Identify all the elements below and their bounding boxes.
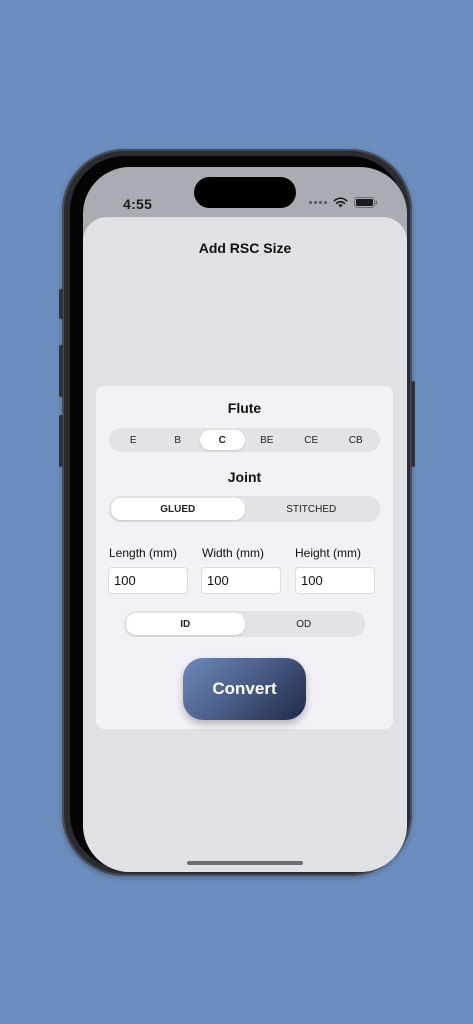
joint-option-glued[interactable]: GLUED bbox=[111, 498, 245, 520]
bezel: 4:55 Add RSC Size Flute E B C BE CE CB J… bbox=[70, 156, 407, 872]
wifi-icon bbox=[333, 197, 348, 208]
joint-label: Joint bbox=[227, 469, 262, 485]
dynamic-island bbox=[194, 177, 296, 208]
flute-label: Flute bbox=[227, 400, 262, 416]
height-label: Height (mm) bbox=[295, 546, 362, 560]
power-button bbox=[411, 381, 415, 467]
measure-option-od[interactable]: OD bbox=[245, 613, 364, 635]
status-icons bbox=[309, 197, 378, 208]
joint-option-stitched[interactable]: STITCHED bbox=[245, 498, 379, 520]
width-label: Width (mm) bbox=[202, 546, 264, 560]
joint-segmented-control: GLUED STITCHED bbox=[109, 496, 380, 522]
measure-option-id[interactable]: ID bbox=[126, 613, 245, 635]
convert-button[interactable]: Convert bbox=[183, 658, 306, 720]
height-input[interactable] bbox=[295, 567, 375, 594]
screen: 4:55 Add RSC Size Flute E B C BE CE CB J… bbox=[83, 167, 407, 872]
battery-icon bbox=[354, 197, 378, 208]
volume-up-button bbox=[59, 345, 63, 397]
status-time: 4:55 bbox=[123, 196, 153, 212]
flute-segmented-control: E B C BE CE CB bbox=[109, 428, 380, 452]
action-button bbox=[59, 289, 63, 319]
flute-option-cb[interactable]: CB bbox=[334, 430, 379, 450]
length-input[interactable] bbox=[108, 567, 188, 594]
home-indicator bbox=[187, 861, 303, 865]
width-input[interactable] bbox=[201, 567, 281, 594]
flute-option-ce[interactable]: CE bbox=[289, 430, 334, 450]
rsc-form-card: Flute E B C BE CE CB Joint GLUED STITCHE… bbox=[96, 386, 393, 729]
cellular-signal-icon bbox=[309, 201, 327, 204]
id-od-segmented-control: ID OD bbox=[124, 611, 365, 637]
flute-option-be[interactable]: BE bbox=[245, 430, 290, 450]
flute-option-b[interactable]: B bbox=[156, 430, 201, 450]
sheet-title: Add RSC Size bbox=[198, 240, 292, 256]
volume-down-button bbox=[59, 415, 63, 467]
flute-option-c[interactable]: C bbox=[200, 430, 245, 450]
add-rsc-sheet: Add RSC Size Flute E B C BE CE CB Joint … bbox=[83, 217, 407, 872]
phone-frame: 4:55 Add RSC Size Flute E B C BE CE CB J… bbox=[59, 149, 415, 876]
flute-option-e[interactable]: E bbox=[111, 430, 156, 450]
length-label: Length (mm) bbox=[109, 546, 178, 560]
